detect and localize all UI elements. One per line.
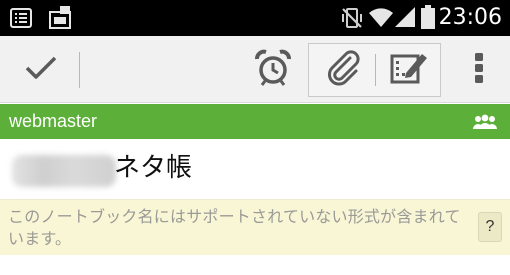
battery-icon [421, 5, 435, 33]
notification-list-icon [10, 8, 32, 32]
status-bar: 23:06 [0, 0, 510, 36]
checkmark-icon [24, 55, 58, 85]
redacted-title-prefix [12, 155, 116, 187]
overflow-menu-button[interactable] [458, 36, 500, 103]
warning-banner: このノートブック名にはサポートされていない形式が含まれています。 ? [0, 199, 510, 255]
notebook-name: webmaster [9, 111, 98, 131]
edit-button[interactable] [380, 36, 438, 103]
note-body[interactable] [0, 255, 510, 275]
reminder-button[interactable] [246, 36, 300, 103]
edit-note-icon [389, 50, 429, 90]
help-button[interactable]: ? [478, 212, 502, 242]
action-bar [0, 36, 510, 103]
warning-message: このノートブック名にはサポートされていない形式が含まれています。 [8, 207, 461, 248]
group-divider [375, 54, 376, 86]
note-title: ネタ帳 [114, 153, 193, 183]
vibrate-off-icon [340, 6, 364, 34]
note-title-field[interactable]: ネタ帳 [0, 139, 510, 199]
sim-card-icon [48, 5, 72, 33]
notebook-selector[interactable]: webmaster [0, 104, 510, 139]
action-divider [79, 52, 80, 88]
attach-button[interactable] [316, 36, 372, 103]
signal-icon [394, 6, 416, 32]
done-button[interactable] [14, 36, 68, 103]
wifi-icon [368, 6, 394, 32]
alarm-clock-icon [254, 49, 292, 91]
paperclip-icon [326, 49, 362, 90]
status-time: 23:06 [438, 5, 502, 30]
overflow-menu-icon [474, 52, 484, 88]
shared-people-icon [472, 114, 498, 134]
